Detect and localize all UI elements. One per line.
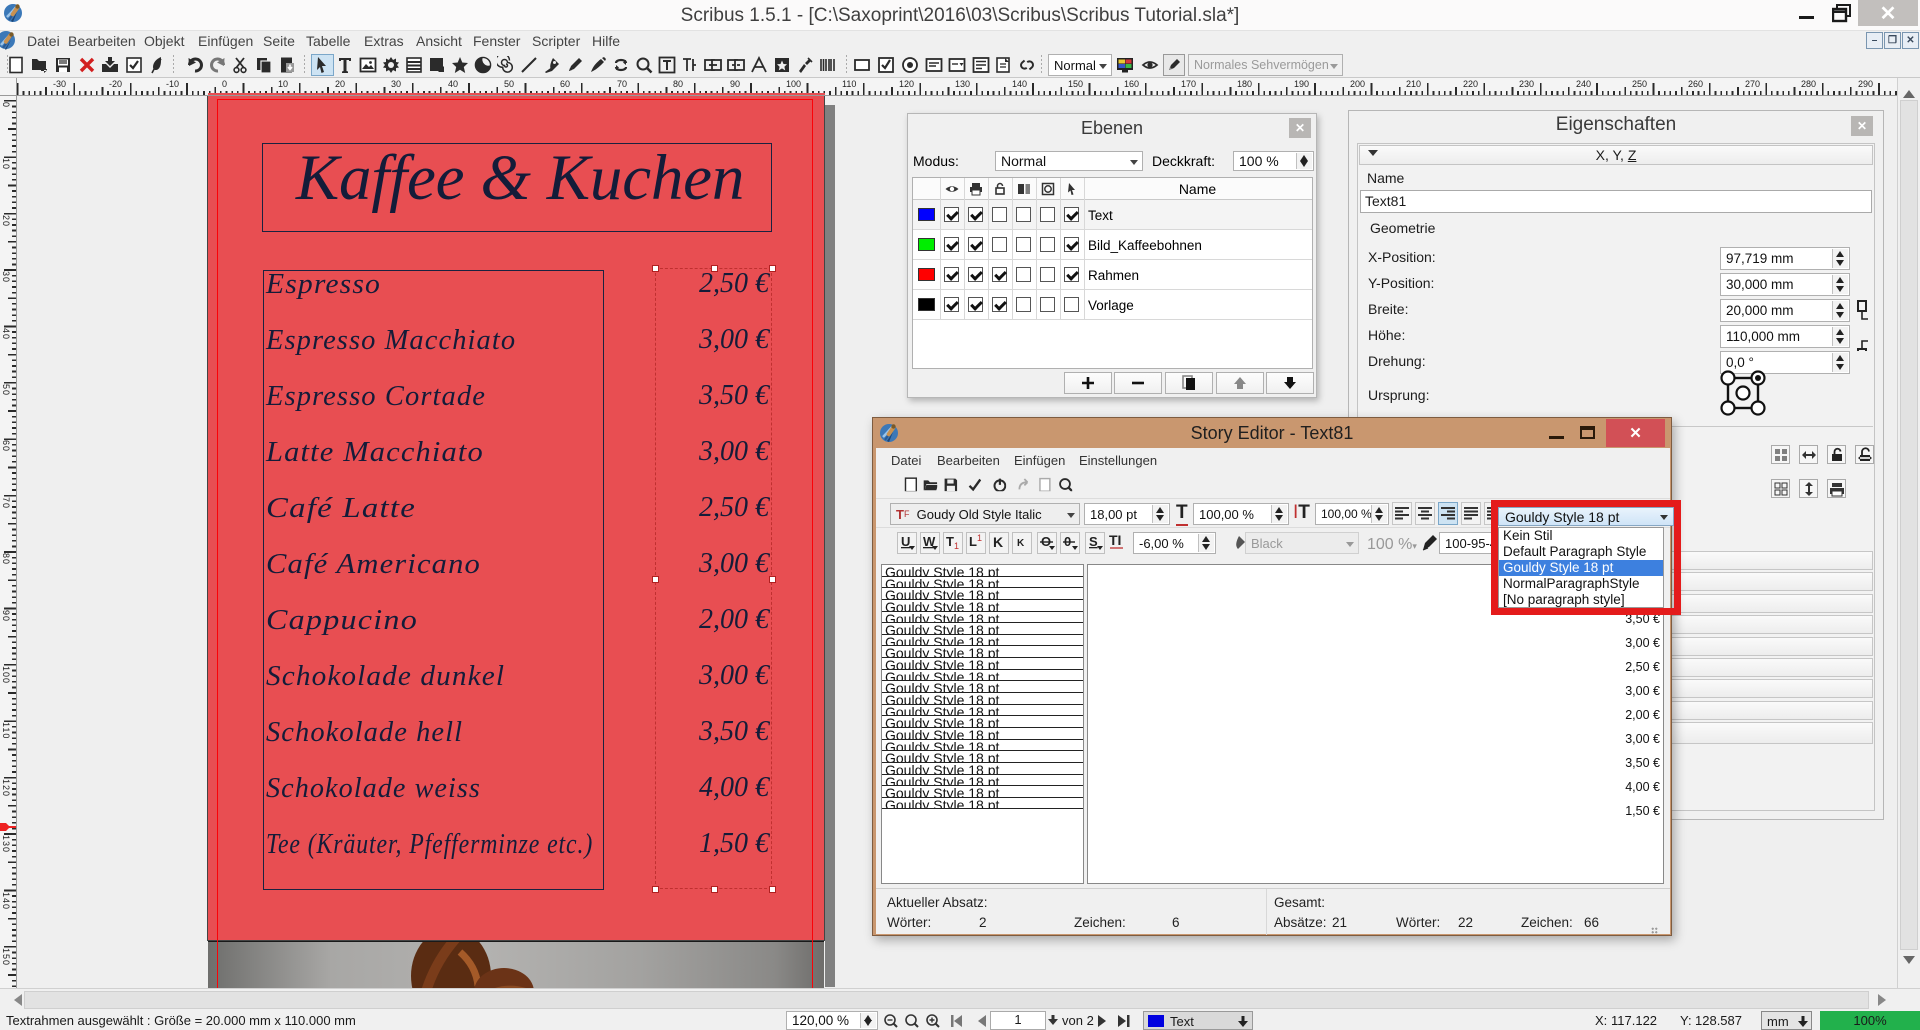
svg-text:1: 1 bbox=[977, 533, 982, 543]
svg-text:K: K bbox=[993, 534, 1003, 550]
svg-text:1: 1 bbox=[954, 541, 959, 551]
svg-text:K: K bbox=[1017, 538, 1025, 549]
svg-text:TI: TI bbox=[1109, 532, 1121, 548]
svg-text:T: T bbox=[946, 534, 954, 549]
svg-text:L: L bbox=[969, 534, 977, 549]
